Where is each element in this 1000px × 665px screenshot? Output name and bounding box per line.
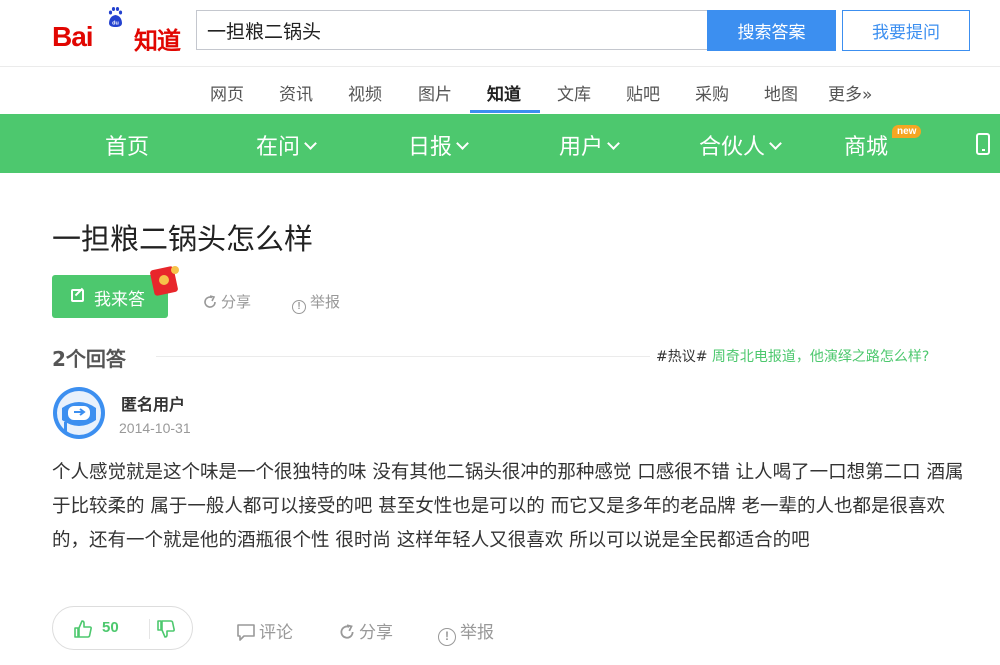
tab-tieba[interactable]: 贴吧	[626, 80, 660, 105]
menu-shangcheng[interactable]: 商城	[844, 129, 888, 161]
answer-username[interactable]: 匿名用户	[121, 391, 185, 415]
phone-icon[interactable]	[976, 133, 990, 155]
chevron-down-icon	[304, 137, 317, 150]
menu-zaiwen[interactable]: 在问	[256, 129, 317, 161]
tab-map[interactable]: 地图	[764, 80, 798, 105]
report-question-link[interactable]: ! 举报	[292, 291, 340, 314]
ask-question-button[interactable]: 我要提问	[842, 10, 970, 51]
answer-button-label: 我来答	[94, 290, 145, 310]
hot-topic-link[interactable]: #热议# 周奇北电报道，他演绎之路怎么样?	[656, 346, 929, 366]
logo-zhidao-text: 知道	[134, 27, 181, 55]
menu-huoban[interactable]: 合伙人	[699, 129, 782, 161]
answer-text: 个人感觉就是这个味是一个很独特的味 没有其他二锅头很冲的那种感觉 口感很不错 让…	[52, 462, 964, 551]
menu-home[interactable]: 首页	[105, 129, 149, 161]
tab-more[interactable]: 更多»	[828, 80, 872, 105]
logo-bai-text: Bai	[52, 21, 94, 52]
category-bar: 首页 在问 日报 用户 合伙人 商城	[0, 114, 1000, 173]
baidu-paw-icon: du	[108, 7, 123, 27]
tab-news[interactable]: 资讯	[279, 80, 313, 105]
answers-divider	[156, 356, 650, 357]
answers-count: 2个回答	[52, 347, 126, 371]
active-tab-underline	[470, 110, 540, 113]
share-question-link[interactable]: 分享	[202, 291, 251, 312]
vote-separator	[149, 619, 150, 639]
like-count: 50	[102, 619, 119, 636]
baidu-zhidao-logo[interactable]: Bai du 知道	[52, 6, 187, 55]
share-icon	[204, 295, 216, 308]
new-badge: new	[892, 125, 922, 138]
comment-link[interactable]: 评论	[236, 618, 293, 643]
thumbs-up-icon[interactable]	[73, 619, 93, 639]
alert-icon: !	[292, 300, 306, 314]
edit-icon	[71, 289, 84, 302]
tab-webpage[interactable]: 网页	[210, 80, 244, 105]
comment-icon	[237, 624, 255, 641]
question-title: 一担粮二锅头怎么样	[52, 222, 314, 256]
menu-ribao[interactable]: 日报	[408, 129, 469, 161]
hot-topic-text: 周奇北电报道，他演绎之路怎么样?	[707, 349, 930, 365]
alert-icon: !	[438, 628, 456, 646]
logo-du-text: du	[112, 21, 119, 27]
tab-images[interactable]: 图片	[418, 80, 452, 105]
chevron-down-icon	[769, 137, 782, 150]
answer-date: 2014-10-31	[119, 420, 191, 436]
chevron-down-icon	[456, 137, 469, 150]
thumbs-down-icon[interactable]	[156, 619, 176, 639]
tab-wenku[interactable]: 文库	[557, 80, 591, 105]
tab-caigou[interactable]: 采购	[695, 80, 729, 105]
red-packet-icon	[150, 266, 179, 296]
nav-tabs: 网页 资讯 视频 图片 知道 文库 贴吧 采购 地图 更多»	[0, 67, 1000, 114]
hot-tag: #热议#	[656, 349, 708, 365]
avatar[interactable]	[52, 386, 106, 440]
menu-yonghu[interactable]: 用户	[559, 129, 620, 161]
share-answer-link[interactable]: 分享	[338, 618, 393, 643]
report-answer-link[interactable]: ! 举报	[438, 618, 494, 646]
share-icon	[340, 624, 354, 639]
chevron-down-icon	[607, 137, 620, 150]
search-input[interactable]	[196, 10, 707, 50]
tab-zhidao[interactable]: 知道	[487, 80, 521, 105]
tab-video[interactable]: 视频	[348, 80, 382, 105]
search-button[interactable]: 搜索答案	[707, 10, 836, 51]
vote-widget: 50	[52, 606, 193, 650]
